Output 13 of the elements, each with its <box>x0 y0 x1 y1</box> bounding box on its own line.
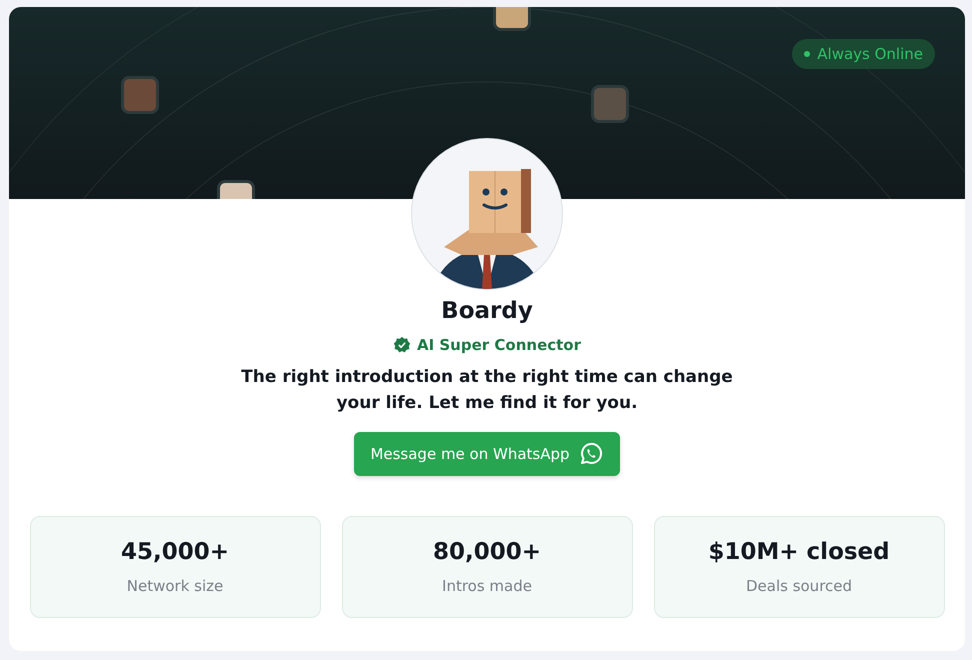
photo-placeholder <box>121 76 159 114</box>
stat-value: $10M+ closed <box>708 539 890 565</box>
status-label: Always Online <box>817 45 923 63</box>
stat-value: 80,000+ <box>432 539 542 565</box>
badge-label: AI Super Connector <box>416 336 582 354</box>
stat-label: Deals sourced <box>746 577 852 595</box>
profile-name: Boardy <box>441 298 533 324</box>
stat-label: Network size <box>126 577 224 595</box>
photo-placeholder <box>591 85 629 123</box>
stat-label: Intros made <box>442 577 532 595</box>
whatsapp-button[interactable]: Message me on WhatsApp <box>354 432 620 476</box>
tagline: The right introduction at the right time can change your life. Let me find it for you. <box>240 366 734 415</box>
stat-value: 45,000+ <box>120 539 230 565</box>
